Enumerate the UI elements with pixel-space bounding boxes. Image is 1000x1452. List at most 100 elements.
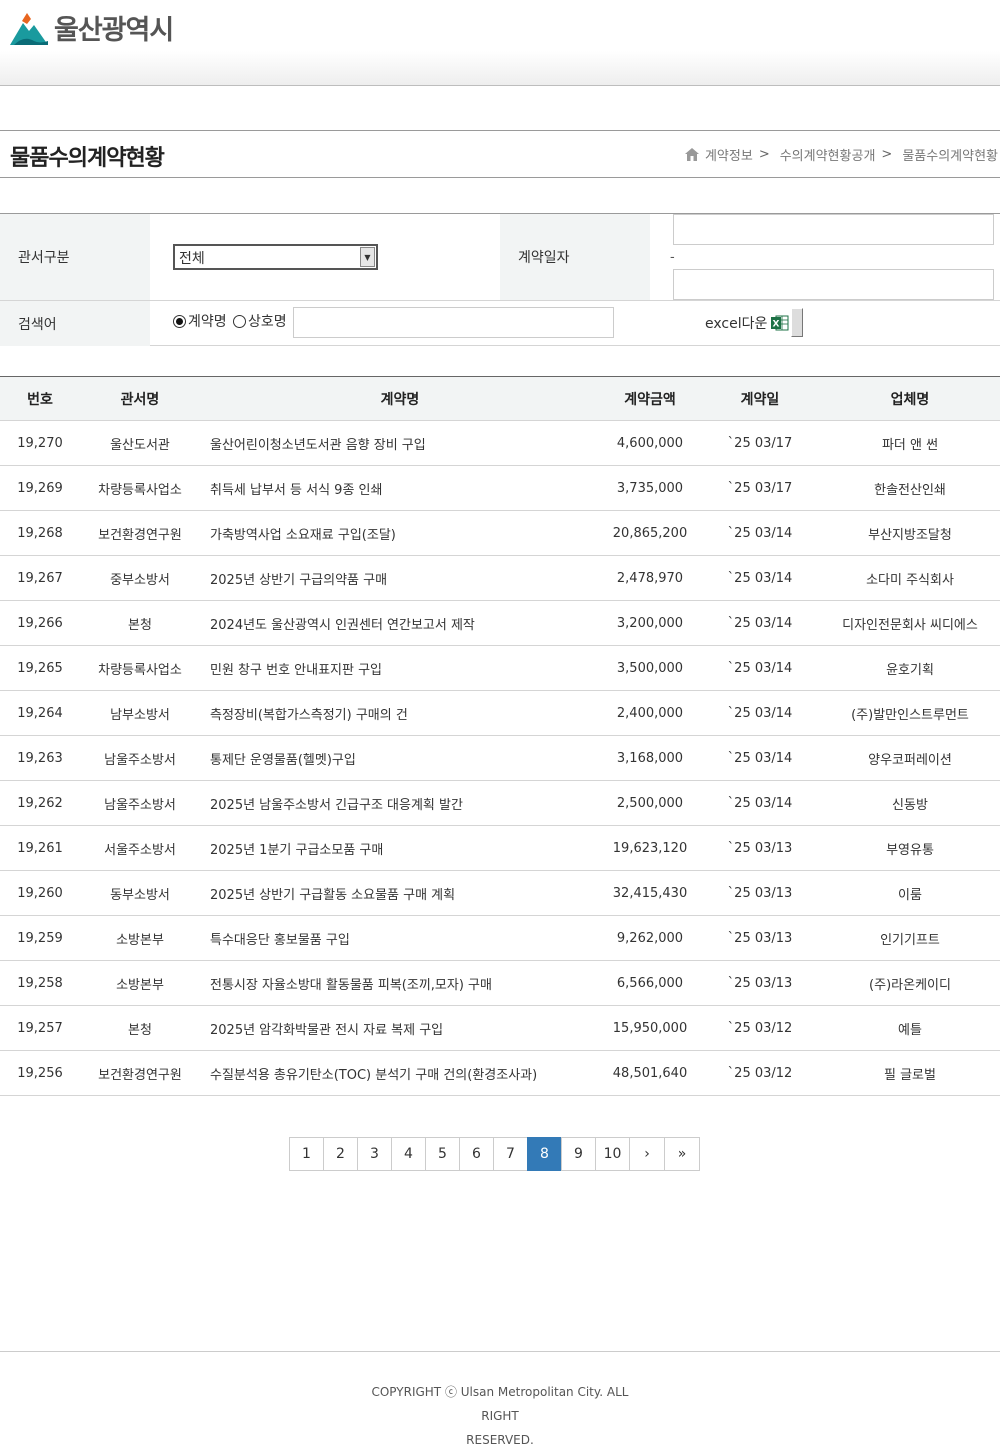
search-row-dept-date: 관서구분 전체 ▼ 계약일자 - [0, 214, 1000, 301]
cell-contract-name[interactable]: 통제단 운영물품(헬멧)구입 [200, 736, 600, 780]
cell-contract-name[interactable]: 특수대응단 홍보물품 구입 [200, 916, 600, 960]
cell-amount: 2,500,000 [616, 795, 684, 811]
copyright-text: COPYRIGHT ⓒ Ulsan Metropolitan City. ALL… [360, 1380, 640, 1452]
cell-amount: 19,623,120 [612, 840, 688, 856]
date-end-input[interactable] [673, 269, 994, 300]
cell-number: 19,269 [17, 480, 63, 496]
table-row: 19,259 소방본부 특수대응단 홍보물품 구입 9,262,000 `25 03/1… [0, 916, 1000, 961]
cell-contract-name[interactable]: 전통시장 자율소방대 활동물품 피복(조끼,모자) 구매 [200, 961, 600, 1005]
cell-dept: 남울주소방서 [104, 797, 176, 813]
chevron-down-icon[interactable]: ▼ [360, 247, 375, 267]
radio-contract-name-button[interactable] [173, 314, 186, 328]
cell-date: `25 03/13 [727, 930, 793, 946]
next-page-icon[interactable]: › [629, 1137, 665, 1171]
table-row: 19,264 남부소방서 측정장비(복합가스측정기) 구매의 건 2,400,000 `… [0, 691, 1000, 736]
cell-dept: 남부소방서 [110, 707, 170, 723]
cell-number: 19,259 [17, 930, 63, 946]
cell-contract-name[interactable]: 수질분석용 총유기탄소(TOC) 분석기 구매 건의(환경조사과) [200, 1051, 600, 1095]
page-6-button[interactable]: 6 [459, 1137, 494, 1171]
excel-download[interactable]: excel다운 X [705, 308, 804, 337]
cell-number: 19,260 [17, 885, 63, 901]
contract-table: 번호 관서명 계약명 계약금액 계약일 업체명 19,270 울산도서관 울산어린이… [0, 376, 1000, 1096]
site-footer: COPYRIGHT ⓒ Ulsan Metropolitan City. ALL… [0, 1351, 1000, 1452]
radio-company-name[interactable]: 상호명 [233, 311, 287, 331]
cell-dept: 서울주소방서 [104, 842, 176, 858]
breadcrumb-item-disclosure[interactable]: 수의계약현황공개 [780, 145, 876, 164]
keyword-input[interactable] [293, 307, 614, 338]
excel-icon[interactable]: X [771, 314, 789, 332]
page-9-button[interactable]: 9 [561, 1137, 596, 1171]
page-8-button[interactable]: 8 [527, 1137, 562, 1171]
cell-contract-name[interactable]: 2025년 암각화박물관 전시 자료 복제 구입 [200, 1006, 600, 1050]
site-header: 울산광역시 [0, 0, 1000, 86]
excel-download-button[interactable] [791, 308, 804, 337]
page-3-button[interactable]: 3 [357, 1137, 392, 1171]
cell-amount: 3,500,000 [616, 660, 684, 676]
page-2-button[interactable]: 2 [323, 1137, 358, 1171]
page-10-button[interactable]: 10 [595, 1137, 630, 1171]
table-row: 19,269 차량등록사업소 취득세 납부서 등 서식 9종 인쇄 3,735,000… [0, 466, 1000, 511]
radio-company-name-button[interactable] [233, 314, 246, 328]
cell-dept: 중부소방서 [110, 572, 170, 588]
table-row: 19,265 차량등록사업소 민원 창구 번호 안내표지판 구입 3,500,000 `… [0, 646, 1000, 691]
cell-amount: 3,200,000 [616, 615, 684, 631]
cell-dept: 보건환경연구원 [98, 527, 182, 543]
radio-company-name-label: 상호명 [248, 314, 287, 330]
cell-company: 양우코퍼레이션 [868, 752, 952, 768]
cell-dept: 본청 [128, 617, 152, 633]
cell-company: (주)발만인스트루먼트 [851, 707, 969, 723]
cell-company: 디자인전문회사 씨디에스 [842, 617, 978, 633]
cell-date: `25 03/14 [727, 750, 793, 766]
cell-contract-name[interactable]: 2025년 상반기 구급활동 소요물품 구매 계획 [200, 871, 600, 915]
cell-contract-name[interactable]: 2025년 상반기 구급의약품 구매 [200, 556, 600, 600]
page-7-button[interactable]: 7 [493, 1137, 528, 1171]
page-4-button[interactable]: 4 [391, 1137, 426, 1171]
cell-company: 부영유통 [886, 842, 934, 858]
table-row: 19,263 남울주소방서 통제단 운영물품(헬멧)구입 3,168,000 `25 0… [0, 736, 1000, 781]
cell-company: 파더 앤 썬 [881, 437, 939, 453]
cell-contract-name[interactable]: 취득세 납부서 등 서식 9종 인쇄 [200, 466, 600, 510]
table-row: 19,261 서울주소방서 2025년 1분기 구급소모품 구매 19,623,120… [0, 826, 1000, 871]
cell-contract-name[interactable]: 2025년 1분기 구급소모품 구매 [200, 826, 600, 870]
cell-contract-name[interactable]: 민원 창구 번호 안내표지판 구입 [200, 646, 600, 690]
site-logo[interactable]: 울산광역시 [10, 8, 174, 47]
cell-date: `25 03/12 [727, 1065, 793, 1081]
cell-dept: 울산도서관 [110, 437, 170, 453]
cell-amount: 3,168,000 [616, 750, 684, 766]
cell-number: 19,256 [17, 1065, 63, 1081]
page-1-button[interactable]: 1 [289, 1137, 324, 1171]
cell-date: `25 03/14 [727, 660, 793, 676]
col-header-amount: 계약금액 [624, 391, 676, 408]
copyright-line-1: COPYRIGHT ⓒ Ulsan Metropolitan City. ALL… [371, 1385, 629, 1423]
cell-dept: 차량등록사업소 [98, 662, 182, 678]
cell-date: `25 03/14 [727, 795, 793, 811]
cell-contract-name[interactable]: 가축방역사업 소요재료 구입(조달) [200, 511, 600, 555]
cell-contract-name[interactable]: 2024년도 울산광역시 인권센터 연간보고서 제작 [200, 601, 600, 645]
radio-contract-name[interactable]: 계약명 [173, 311, 227, 331]
cell-dept: 차량등록사업소 [98, 482, 182, 498]
date-start-input[interactable] [673, 214, 994, 245]
last-page-icon[interactable]: » [664, 1137, 700, 1171]
cell-amount: 15,950,000 [612, 1020, 688, 1036]
cell-date: `25 03/17 [727, 480, 793, 496]
cell-date: `25 03/14 [727, 570, 793, 586]
col-header-dept: 관서명 [120, 391, 160, 408]
col-header-date: 계약일 [740, 391, 780, 408]
cell-dept: 보건환경연구원 [98, 1067, 182, 1083]
home-icon[interactable] [684, 148, 699, 161]
col-header-number: 번호 [27, 391, 53, 408]
page-5-button[interactable]: 5 [425, 1137, 460, 1171]
cell-date: `25 03/14 [727, 705, 793, 721]
dept-label: 관서구분 [0, 214, 150, 300]
table-row: 19,256 보건환경연구원 수질분석용 총유기탄소(TOC) 분석기 구매 건의(… [0, 1051, 1000, 1096]
table-body: 19,270 울산도서관 울산어린이청소년도서관 음향 장비 구입 4,600,000… [0, 421, 1000, 1096]
cell-contract-name[interactable]: 울산어린이청소년도서관 음향 장비 구입 [200, 421, 600, 465]
dept-select[interactable]: 전체 ▼ [173, 244, 378, 270]
cell-contract-name[interactable]: 측정장비(복합가스측정기) 구매의 건 [200, 691, 600, 735]
cell-amount: 6,566,000 [616, 975, 684, 991]
cell-contract-name[interactable]: 2025년 남울주소방서 긴급구조 대응계획 발간 [200, 781, 600, 825]
cell-number: 19,265 [17, 660, 63, 676]
breadcrumb-item-contract-info[interactable]: 계약정보 [705, 145, 753, 164]
cell-dept: 동부소방서 [110, 887, 170, 903]
table-row: 19,257 본청 2025년 암각화박물관 전시 자료 복제 구입 15,950,0… [0, 1006, 1000, 1051]
